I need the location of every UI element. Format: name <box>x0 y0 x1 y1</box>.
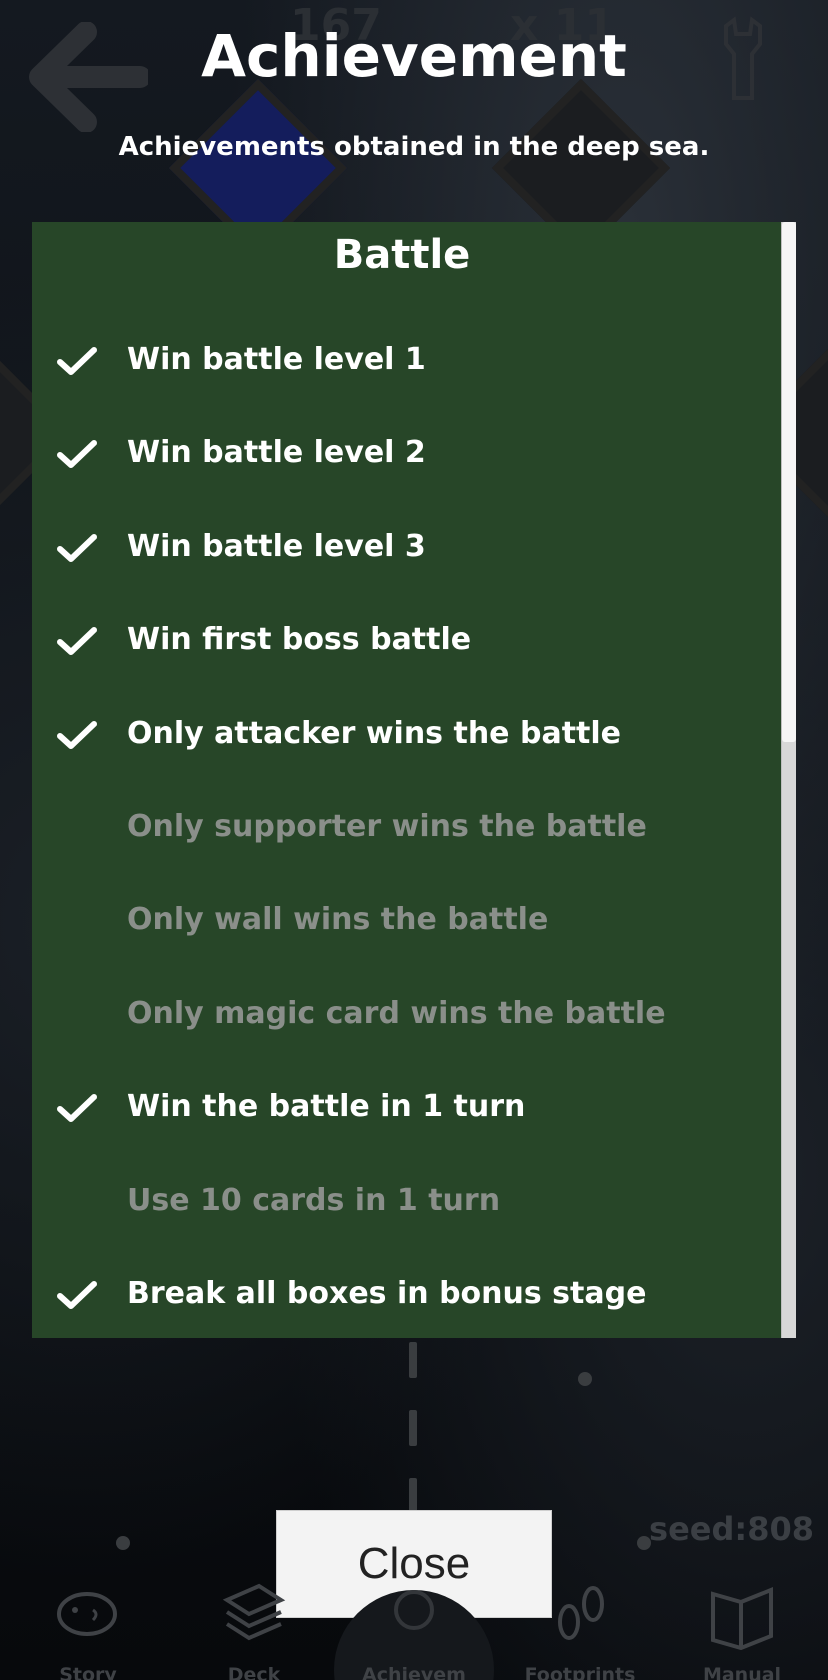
nav-item-story[interactable]: Story <box>18 1570 158 1680</box>
checkmark-icon <box>57 720 97 749</box>
nav-label-story: Story <box>59 1664 117 1680</box>
nav-label-achievement: Achievem <box>362 1664 466 1680</box>
achievement-item: Win battle level 3 <box>32 501 772 594</box>
nav-item-achievement[interactable]: Achievem <box>344 1570 484 1680</box>
achievement-label: Win battle level 3 <box>127 528 426 564</box>
achievement-list: Win battle level 1 Win battle level 2 Win … <box>32 314 772 1338</box>
achievement-label: Break all boxes in bonus stage <box>127 1275 647 1311</box>
achievement-item: Win the battle in 1 turn <box>32 1061 772 1154</box>
achievement-label: Only attacker wins the battle <box>127 715 622 751</box>
footprints-icon <box>558 1586 604 1640</box>
bottom-nav: Story Deck Achievem Footprints Manual <box>0 1570 828 1680</box>
nav-label-footprints: Footprints <box>524 1664 636 1680</box>
achievement-item: Win battle level 1 <box>32 314 772 407</box>
nav-label-manual: Manual <box>702 1664 782 1680</box>
achievement-label: Win first boss battle <box>127 622 472 658</box>
achievement-panel[interactable]: Battle Win battle level 1 Win battle leve… <box>32 222 796 1338</box>
achievement-item: Win battle level 2 <box>32 407 772 500</box>
achievement-label: Win battle level 2 <box>127 435 426 471</box>
achievement-screen: 167 x 11 seed:808 Achievement Achievemen… <box>0 0 828 1680</box>
bg-dot <box>578 1372 592 1386</box>
page-subtitle: Achievements obtained in the deep sea. <box>118 132 710 162</box>
scrollbar-thumb[interactable] <box>782 222 796 742</box>
achievement-item: Only attacker wins the battle <box>32 688 772 781</box>
achievement-item: Win first boss battle <box>32 594 772 687</box>
scrollbar-track[interactable] <box>781 222 796 1338</box>
nav-item-footprints[interactable]: Footprints <box>510 1570 650 1680</box>
checkmark-icon <box>57 1094 97 1123</box>
panel-title: Battle <box>333 232 471 278</box>
achievement-label: Use 10 cards in 1 turn <box>127 1182 501 1218</box>
checkmark-icon <box>57 440 97 469</box>
bg-path <box>409 1342 417 1378</box>
achievement-item: Break all boxes in bonus stage <box>32 1248 772 1338</box>
nav-item-manual[interactable]: Manual <box>672 1570 812 1680</box>
achievement-label: Win battle level 1 <box>127 342 426 377</box>
cards-icon <box>222 1583 286 1641</box>
seed-label: seed:808 <box>649 1510 814 1548</box>
achievement-item: Only wall wins the battle <box>32 874 772 967</box>
bg-path <box>409 1410 417 1446</box>
achievement-label: Only magic card wins the battle <box>127 995 666 1031</box>
fish-icon <box>57 1592 117 1636</box>
nav-label-deck: Deck <box>227 1664 281 1680</box>
bg-dot <box>116 1536 130 1550</box>
medal-icon <box>394 1590 434 1630</box>
achievement-item: Only magic card wins the battle <box>32 968 772 1061</box>
achievement-label: Only supporter wins the battle <box>127 808 647 844</box>
page-title: Achievement <box>201 22 627 90</box>
achievement-label: Only wall wins the battle <box>127 902 549 938</box>
checkmark-icon <box>57 1280 97 1309</box>
checkmark-icon <box>57 347 97 375</box>
achievement-item: Only supporter wins the battle <box>32 781 772 874</box>
checkmark-icon <box>57 627 97 656</box>
checkmark-icon <box>57 533 97 562</box>
bg-path <box>409 1478 417 1514</box>
nav-item-deck[interactable]: Deck <box>184 1570 324 1680</box>
achievement-label: Win the battle in 1 turn <box>127 1089 526 1125</box>
book-icon <box>711 1587 773 1650</box>
achievement-item: Use 10 cards in 1 turn <box>32 1155 772 1248</box>
